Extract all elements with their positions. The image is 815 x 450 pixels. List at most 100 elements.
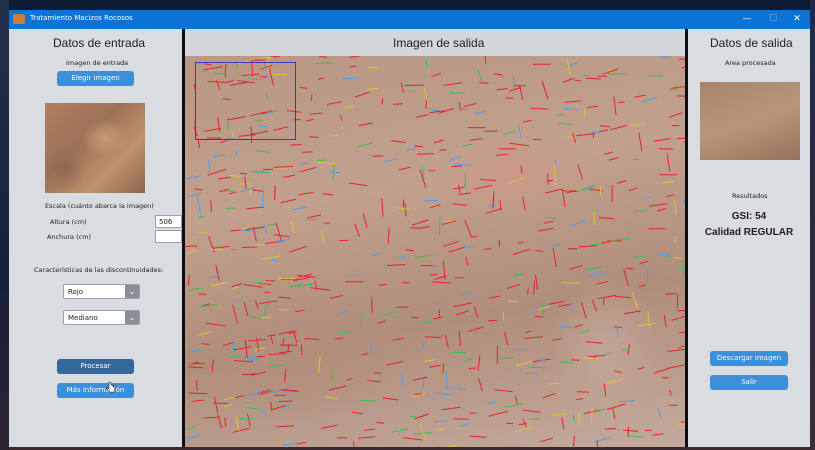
fracture-line [226, 356, 238, 358]
fracture-line [196, 195, 202, 215]
fracture-line [488, 319, 498, 322]
fracture-line [251, 316, 262, 319]
fracture-line [487, 401, 497, 404]
fracture-line [387, 264, 406, 266]
fracture-line [325, 396, 339, 400]
fracture-line [452, 203, 468, 206]
choose-image-button[interactable]: Elegir imagen [57, 71, 134, 86]
fracture-line [254, 347, 265, 351]
maximize-icon[interactable]: ☐ [760, 10, 786, 29]
fracture-line [348, 182, 368, 187]
fracture-line [451, 351, 467, 354]
fracture-line [493, 73, 504, 76]
fracture-line [185, 245, 197, 247]
output-image-panel: Imagen de salida [185, 29, 685, 447]
exit-button[interactable]: Salir [710, 375, 788, 390]
fracture-line [522, 418, 527, 427]
fracture-line [360, 312, 363, 327]
close-icon[interactable]: ✕ [784, 10, 810, 29]
fracture-line [275, 222, 282, 241]
fracture-line [300, 162, 309, 165]
fracture-line [494, 389, 513, 392]
fracture-line [307, 214, 321, 219]
more-info-button[interactable]: Más información [57, 383, 134, 398]
fracture-line [468, 367, 477, 370]
chevron-down-icon[interactable]: ⌄ [125, 311, 139, 324]
fracture-line [664, 255, 671, 258]
fracture-line [462, 143, 473, 147]
fracture-line [579, 329, 590, 334]
fracture-line [562, 190, 578, 192]
fracture-line [292, 206, 308, 211]
fracture-line [556, 123, 573, 125]
chevron-down-icon[interactable]: ⌄ [125, 285, 139, 298]
fracture-line [196, 380, 198, 391]
input-image-thumbnail [45, 103, 145, 193]
fracture-line [328, 385, 347, 391]
fracture-line [657, 253, 670, 256]
process-button[interactable]: Procesar [57, 359, 134, 374]
fracture-line [185, 175, 201, 180]
fracture-line [545, 188, 563, 194]
fracture-line [506, 284, 521, 289]
fracture-line [678, 423, 685, 425]
fracture-line [194, 188, 203, 191]
fracture-line [539, 437, 553, 443]
scale-label: Escala (cuánto abarca la imagen) [45, 202, 154, 210]
fracture-line [563, 77, 574, 83]
color-select[interactable]: Rojo ⌄ [63, 284, 140, 299]
fracture-line [623, 429, 638, 432]
fracture-line [424, 359, 435, 362]
fracture-line [519, 85, 524, 101]
fracture-line [246, 206, 264, 210]
fracture-line [188, 287, 203, 291]
fracture-line [495, 153, 508, 156]
fracture-line [448, 386, 455, 389]
fracture-line [208, 159, 211, 176]
fracture-line [542, 393, 556, 399]
fracture-line [561, 188, 566, 208]
fracture-line [205, 322, 226, 327]
fracture-line [289, 245, 308, 253]
fracture-line [357, 142, 373, 148]
fracture-line [358, 122, 373, 126]
fracture-line [391, 428, 408, 433]
fracture-line [244, 226, 265, 231]
fracture-line [232, 286, 239, 289]
fracture-line [678, 331, 685, 334]
width-input[interactable] [155, 230, 182, 243]
fracture-line [478, 82, 489, 84]
fracture-line [534, 315, 544, 318]
fracture-line [628, 187, 638, 192]
fracture-line [668, 112, 683, 118]
height-input[interactable]: 506 [155, 215, 182, 228]
fracture-line [524, 336, 544, 339]
results-label: Resultados [732, 192, 768, 200]
width-label: Anchura (cm) [47, 233, 92, 241]
fracture-line [512, 248, 531, 255]
fracture-line [258, 410, 267, 413]
fracture-line [638, 284, 646, 287]
fracture-line [265, 280, 276, 282]
fracture-line [626, 267, 634, 270]
fracture-line [417, 153, 434, 155]
size-select[interactable]: Mediano ⌄ [63, 310, 140, 325]
fracture-line [241, 227, 248, 230]
fracture-line [264, 224, 268, 235]
processed-output-image [185, 56, 685, 447]
input-panel-heading: Datos de entrada [53, 36, 146, 50]
fracture-line [277, 296, 291, 299]
fracture-line [448, 444, 461, 447]
title-bar[interactable]: Tratamiento Macizos Rocosos — ☐ ✕ [9, 10, 810, 29]
fracture-line [606, 403, 626, 410]
fracture-line [310, 287, 331, 291]
fracture-line [602, 297, 605, 306]
download-image-button[interactable]: Descargar imagen [710, 351, 788, 366]
fracture-line [489, 295, 501, 299]
minimize-icon[interactable]: — [734, 10, 760, 29]
fracture-line [223, 404, 232, 408]
fracture-line [614, 295, 631, 299]
fracture-line [678, 345, 685, 349]
fracture-line [369, 342, 374, 354]
fracture-line [446, 372, 448, 390]
